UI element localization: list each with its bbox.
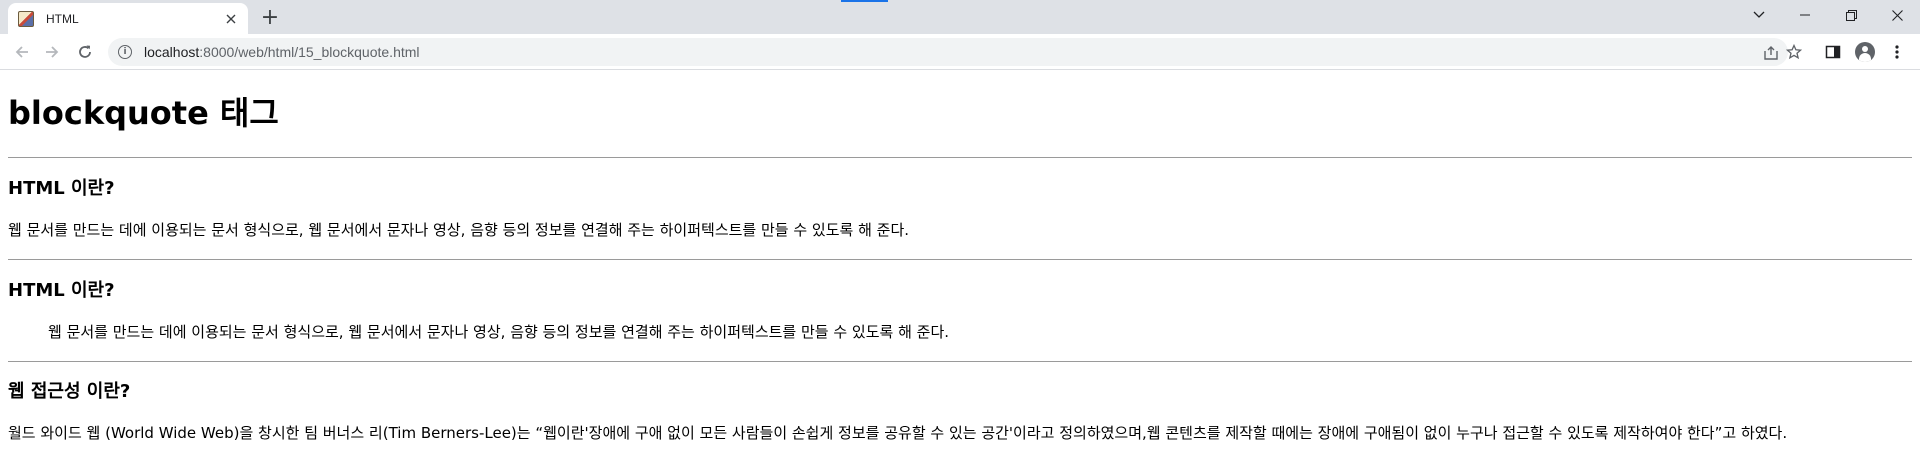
divider — [8, 361, 1912, 362]
divider — [8, 259, 1912, 260]
tab-title: HTML — [46, 11, 79, 26]
bookmark-star-icon[interactable] — [1784, 42, 1804, 62]
restore-icon[interactable] — [1828, 0, 1874, 30]
menu-kebab-icon[interactable] — [1887, 42, 1907, 62]
tab-indicator — [841, 0, 888, 2]
side-panel-icon[interactable] — [1823, 42, 1843, 62]
section-heading: 웹 접근성 이란? — [8, 381, 131, 402]
share-icon[interactable] — [1762, 44, 1780, 62]
section-heading: HTML 이란? — [8, 178, 115, 199]
url-text: localhost:8000/web/html/15_blockquote.ht… — [144, 44, 420, 60]
back-icon[interactable] — [8, 38, 36, 66]
tab-close-icon[interactable] — [222, 10, 240, 28]
reload-icon[interactable] — [71, 38, 99, 66]
browser-toolbar: i localhost:8000/web/html/15_blockquote.… — [0, 34, 1920, 70]
close-window-icon[interactable] — [1874, 0, 1920, 30]
forward-icon[interactable] — [38, 38, 66, 66]
active-tab[interactable]: HTML — [8, 3, 248, 34]
section-heading: HTML 이란? — [8, 280, 115, 301]
minimize-icon[interactable] — [1782, 0, 1828, 30]
new-tab-button[interactable]: + — [258, 6, 282, 30]
site-info-icon[interactable]: i — [118, 45, 132, 59]
tab-strip: HTML + — [0, 0, 1920, 34]
tab-search-icon[interactable] — [1736, 0, 1782, 30]
address-bar[interactable]: i localhost:8000/web/html/15_blockquote.… — [108, 38, 1788, 66]
profile-avatar-icon[interactable] — [1855, 42, 1875, 62]
page-title: blockquote 태그 — [8, 94, 279, 132]
section-paragraph: 웹 문서를 만드는 데에 이용되는 문서 형식으로, 웹 문서에서 문자나 영상… — [8, 221, 910, 239]
blockquote-text: 웹 문서를 만드는 데에 이용되는 문서 형식으로, 웹 문서에서 문자나 영상… — [48, 323, 950, 341]
page-content: blockquote 태그 HTML 이란? 웹 문서를 만드는 데에 이용되는… — [0, 71, 1920, 475]
page-favicon-icon — [18, 10, 34, 27]
section-paragraph: 월드 와이드 웹 (World Wide Web)을 창시한 팀 버너스 리(T… — [8, 424, 1788, 442]
divider — [8, 157, 1912, 158]
